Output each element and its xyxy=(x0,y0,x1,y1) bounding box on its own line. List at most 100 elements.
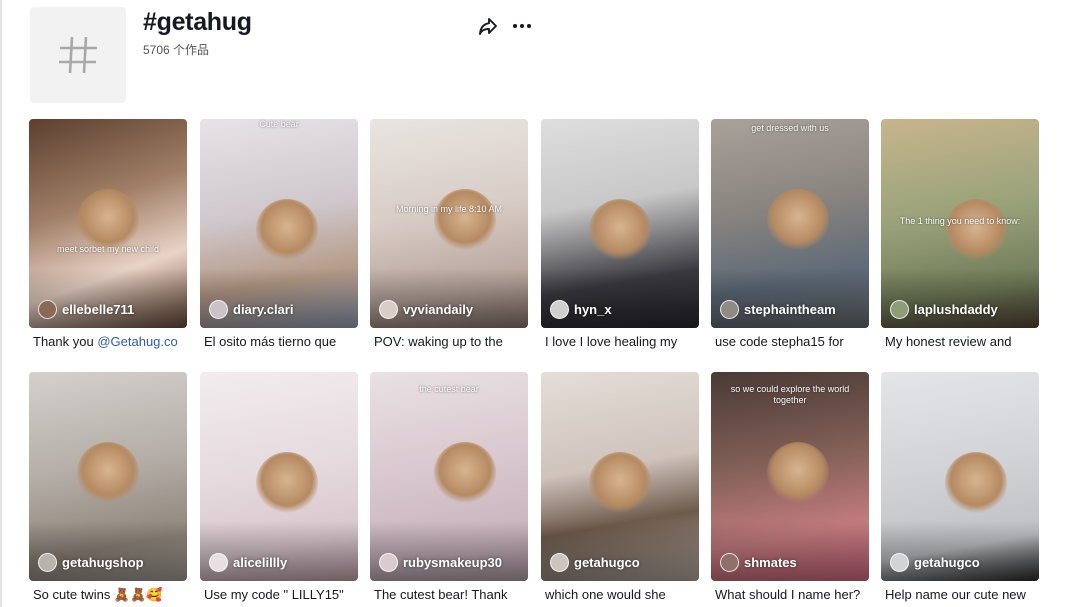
video-author[interactable]: ellebelle711 xyxy=(38,300,134,319)
thumbnail-shade xyxy=(370,521,528,581)
author-name: diary.clari xyxy=(233,302,294,317)
ellipsis-icon xyxy=(513,24,531,28)
video-overlay-text: Morning in my life 8:10 AM xyxy=(395,204,503,214)
video-overlay-text: get dressed with us xyxy=(751,123,829,133)
avatar xyxy=(209,553,228,572)
video-description[interactable]: I love I love healing my xyxy=(541,334,699,350)
video-card[interactable]: hyn_x I love I love healing my xyxy=(541,119,699,350)
video-description[interactable]: which one would she xyxy=(541,587,699,603)
video-card[interactable]: get dressed with us stephaintheam use code… xyxy=(711,119,869,350)
video-thumbnail[interactable]: meet sorbet my new child ellebelle711 xyxy=(29,119,187,328)
plush-bear-image xyxy=(434,442,496,504)
video-description[interactable]: POV: waking up to the xyxy=(370,334,528,350)
plush-bear-image xyxy=(256,452,318,514)
video-thumbnail[interactable]: getahugco xyxy=(881,372,1039,581)
avatar xyxy=(379,553,398,572)
video-thumbnail[interactable]: getahugshop xyxy=(29,372,187,581)
video-card[interactable]: Morning in my life 8:10 AM vyviandaily POV… xyxy=(370,119,528,350)
video-description[interactable]: The cutest bear! Thank xyxy=(370,587,528,603)
thumbnail-shade xyxy=(541,521,699,581)
video-author[interactable]: diary.clari xyxy=(209,300,293,319)
author-name: ellebelle711 xyxy=(62,302,135,317)
avatar xyxy=(550,300,569,319)
video-description[interactable]: My honest review and xyxy=(881,334,1039,350)
more-options-button[interactable] xyxy=(510,14,534,38)
video-author[interactable]: getahugco xyxy=(890,553,980,572)
video-thumbnail[interactable]: getahugco xyxy=(541,372,699,581)
video-count: 5706 个作品 xyxy=(143,43,210,57)
thumbnail-shade xyxy=(541,268,699,328)
author-name: getahugco xyxy=(574,555,640,570)
video-thumbnail[interactable]: Morning in my life 8:10 AM vyviandaily xyxy=(370,119,528,328)
description-text: I love I love healing my xyxy=(545,334,678,349)
video-card[interactable]: getahugco Help name our cute new xyxy=(881,372,1039,603)
video-description[interactable]: El osito más tierno que xyxy=(200,334,358,350)
description-text: Use my code " LILLY15" xyxy=(204,587,344,602)
plush-bear-image xyxy=(256,199,318,261)
description-text: Help name our cute new xyxy=(885,587,1026,602)
video-card[interactable]: getahugco which one would she xyxy=(541,372,699,603)
avatar xyxy=(38,300,57,319)
video-overlay-text: the cutest bear xyxy=(419,384,479,394)
description-text: which one would she xyxy=(545,587,666,602)
description-text: El osito más tierno que xyxy=(204,334,337,349)
share-button[interactable] xyxy=(476,14,500,38)
video-card[interactable]: meet sorbet my new child ellebelle711 Than… xyxy=(29,119,187,350)
video-description[interactable]: Help name our cute new xyxy=(881,587,1039,603)
video-author[interactable]: getahugshop xyxy=(38,553,144,572)
avatar xyxy=(550,553,569,572)
window-edge xyxy=(0,0,2,607)
video-author[interactable]: shmates xyxy=(720,553,797,572)
author-name: rubysmakeup30 xyxy=(403,555,502,570)
video-thumbnail[interactable]: Cute bear diary.clari xyxy=(200,119,358,328)
video-description[interactable]: Use my code " LILLY15" xyxy=(200,587,358,603)
video-overlay-text: Cute bear xyxy=(259,119,299,129)
plush-bear-image xyxy=(945,199,1007,261)
video-author[interactable]: rubysmakeup30 xyxy=(379,553,502,572)
video-card[interactable]: alicelillly Use my code " LILLY15" xyxy=(200,372,358,603)
author-name: getahugshop xyxy=(62,555,144,570)
video-author[interactable]: vyviandaily xyxy=(379,300,473,319)
plush-bear-image xyxy=(77,189,139,251)
video-author[interactable]: getahugco xyxy=(550,553,640,572)
video-thumbnail[interactable]: so we could explore the world together sh… xyxy=(711,372,869,581)
video-thumbnail[interactable]: The 1 thing you need to know: laplushdadd… xyxy=(881,119,1039,328)
video-description[interactable]: So cute twins 🧸🧸🥰 xyxy=(29,587,187,603)
video-overlay-text: so we could explore the world together xyxy=(730,384,850,405)
hashtag-icon xyxy=(59,36,97,74)
video-card[interactable]: the cutest bear rubysmakeup30 The cutest b… xyxy=(370,372,528,603)
video-card[interactable]: The 1 thing you need to know: laplushdadd… xyxy=(881,119,1039,350)
author-name: laplushdaddy xyxy=(914,302,998,317)
author-name: alicelillly xyxy=(233,555,288,570)
video-author[interactable]: alicelillly xyxy=(209,553,287,572)
avatar xyxy=(379,300,398,319)
author-name: shmates xyxy=(744,555,797,570)
share-icon xyxy=(479,18,497,35)
mention-link[interactable]: @Getahug.co xyxy=(97,334,177,349)
video-thumbnail[interactable]: get dressed with us stephaintheam xyxy=(711,119,869,328)
avatar xyxy=(720,300,739,319)
video-overlay-text: meet sorbet my new child xyxy=(56,244,160,254)
video-card[interactable]: getahugshop So cute twins 🧸🧸🥰 xyxy=(29,372,187,603)
plush-bear-image xyxy=(434,189,496,251)
video-author[interactable]: laplushdaddy xyxy=(890,300,998,319)
plush-bear-image xyxy=(945,452,1007,514)
video-card[interactable]: Cute bear diary.clari El osito más tierno … xyxy=(200,119,358,350)
video-description[interactable]: What should I name her? xyxy=(711,587,869,603)
video-thumbnail[interactable]: alicelillly xyxy=(200,372,358,581)
video-description[interactable]: Thank you @Getahug.co xyxy=(29,334,187,350)
description-text: Thank you xyxy=(33,334,98,349)
plush-bear-image xyxy=(767,189,829,251)
thumbnail-shade xyxy=(200,268,358,328)
hashtag-avatar xyxy=(30,7,126,103)
video-author[interactable]: stephaintheam xyxy=(720,300,836,319)
plush-bear-image xyxy=(767,442,829,504)
video-author[interactable]: hyn_x xyxy=(550,300,612,319)
avatar xyxy=(890,300,909,319)
video-card[interactable]: so we could explore the world together sh… xyxy=(711,372,869,603)
video-description[interactable]: use code stepha15 for xyxy=(711,334,869,350)
video-thumbnail[interactable]: hyn_x xyxy=(541,119,699,328)
author-name: hyn_x xyxy=(574,302,612,317)
video-thumbnail[interactable]: the cutest bear rubysmakeup30 xyxy=(370,372,528,581)
video-overlay-text: The 1 thing you need to know: xyxy=(899,216,1021,226)
